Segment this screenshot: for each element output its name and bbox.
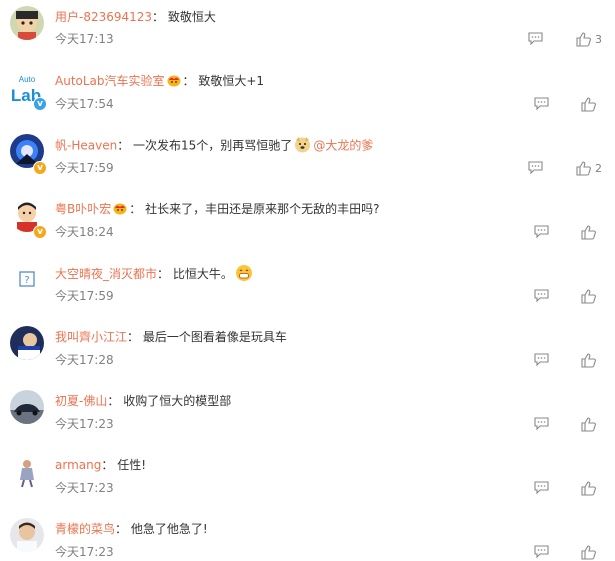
reply-icon[interactable] (534, 545, 550, 559)
mention-link[interactable]: @大龙的爹 (313, 139, 373, 153)
username-link[interactable]: AutoLab汽车实验室 (55, 74, 165, 88)
comment-time: 今天17:59 (55, 289, 114, 303)
user-avatar[interactable]: ? (10, 262, 44, 296)
username-link[interactable]: 大空晴夜_消灭都市 (55, 267, 157, 281)
comment-item: v 帆-Heaven： 一次发布15个，别再骂恒驰了 @大龙的爹 今天17:59… (0, 128, 615, 192)
comment-item: armang： 任性! 今天17:23 (0, 448, 615, 512)
svg-text:Auto: Auto (19, 75, 36, 84)
reply-icon[interactable] (534, 225, 550, 239)
comment-text: 社长来了，丰田还是原来那个无敌的丰田吗? (145, 202, 380, 216)
comment-text: 致敬恒大+1 (198, 74, 265, 88)
user-avatar[interactable] (10, 390, 44, 424)
comment-time: 今天17:59 (55, 161, 114, 175)
comment-time: 今天17:23 (55, 545, 114, 559)
username-link[interactable]: 我叫齊小江江 (55, 330, 127, 344)
like-button[interactable] (581, 96, 596, 112)
like-button[interactable] (581, 224, 596, 240)
comment-item: 用户-823694123： 致敬恒大 今天17:13 3 (0, 0, 615, 64)
like-button[interactable]: 2 (576, 160, 602, 176)
verified-badge-icon: v (33, 225, 47, 239)
thumbs-up-icon (581, 96, 596, 112)
comment-item: 初夏-佛山： 收购了恒大的模型部 今天17:23 (0, 384, 615, 448)
comment-text: 最后一个图看着像是玩具车 (142, 330, 287, 344)
like-button[interactable] (581, 288, 596, 304)
reply-icon[interactable] (534, 289, 550, 303)
reply-icon[interactable] (534, 481, 550, 495)
like-button[interactable] (581, 352, 596, 368)
crown-badge-icon (112, 201, 128, 218)
verified-badge-icon: v (33, 97, 47, 111)
comment-text: 他急了他急了! (130, 522, 208, 536)
like-count: 2 (595, 161, 602, 175)
grin-emoji-icon (235, 264, 253, 285)
svg-text:?: ? (24, 275, 29, 286)
comment-time: 今天17:23 (55, 417, 114, 431)
comment-item: v 粤B卟卟宏 ： 社长来了，丰田还是原来那个无敌的丰田吗? 今天18:24 (0, 192, 615, 256)
doge-emoji-icon (294, 136, 311, 156)
comment-time: 今天18:24 (55, 225, 114, 239)
like-button[interactable] (581, 416, 596, 432)
user-avatar[interactable] (10, 326, 44, 360)
verified-badge-icon: v (33, 161, 47, 175)
thumbs-up-icon (581, 288, 596, 304)
like-button[interactable]: 3 (576, 31, 602, 47)
username-link[interactable]: 粤B卟卟宏 (55, 202, 111, 216)
user-avatar[interactable] (10, 518, 44, 552)
comment-text: 致敬恒大 (167, 10, 216, 24)
reply-icon[interactable] (534, 417, 550, 431)
like-count: 3 (595, 32, 602, 46)
reply-icon[interactable] (528, 32, 544, 46)
thumbs-up-icon (581, 352, 596, 368)
comment-item: Auto Lab v AutoLab汽车实验室 ： 致敬恒大+1 今天17:54 (0, 64, 615, 128)
username-link[interactable]: 帆-Heaven (55, 139, 117, 153)
like-button[interactable] (581, 480, 596, 496)
thumbs-up-icon (581, 544, 596, 560)
reply-icon[interactable] (534, 353, 550, 367)
comment-time: 今天17:23 (55, 481, 114, 495)
username-link[interactable]: 用户-823694123 (55, 10, 152, 24)
username-link[interactable]: armang (55, 458, 101, 472)
thumbs-up-icon (576, 160, 591, 176)
comment-text: 一次发布15个，别再骂恒驰了 (133, 138, 293, 153)
comment-text: 比恒大牛。 (172, 267, 233, 281)
comment-text: 收购了恒大的模型部 (123, 394, 232, 408)
thumbs-up-icon (581, 416, 596, 432)
like-button[interactable] (581, 544, 596, 560)
reply-icon[interactable] (534, 97, 550, 111)
username-link[interactable]: 青檬的菜鸟 (55, 522, 115, 536)
comment-item: ? 大空晴夜_消灭都市： 比恒大牛。 今天17:59 (0, 256, 615, 320)
comment-time: 今天17:54 (55, 97, 114, 111)
reply-icon[interactable] (528, 161, 544, 175)
thumbs-up-icon (581, 480, 596, 496)
thumbs-up-icon (576, 31, 591, 47)
comment-time: 今天17:13 (55, 32, 114, 46)
user-avatar[interactable] (10, 6, 44, 40)
username-link[interactable]: 初夏-佛山 (55, 394, 107, 408)
comment-item: 我叫齊小江江： 最后一个图看着像是玩具车 今天17:28 (0, 320, 615, 384)
crown-badge-icon (166, 73, 182, 90)
thumbs-up-icon (581, 224, 596, 240)
user-avatar[interactable] (10, 454, 44, 488)
comment-time: 今天17:28 (55, 353, 114, 367)
comment-item: 青檬的菜鸟： 他急了他急了! 今天17:23 (0, 512, 615, 561)
comment-text: 任性! (117, 458, 146, 472)
